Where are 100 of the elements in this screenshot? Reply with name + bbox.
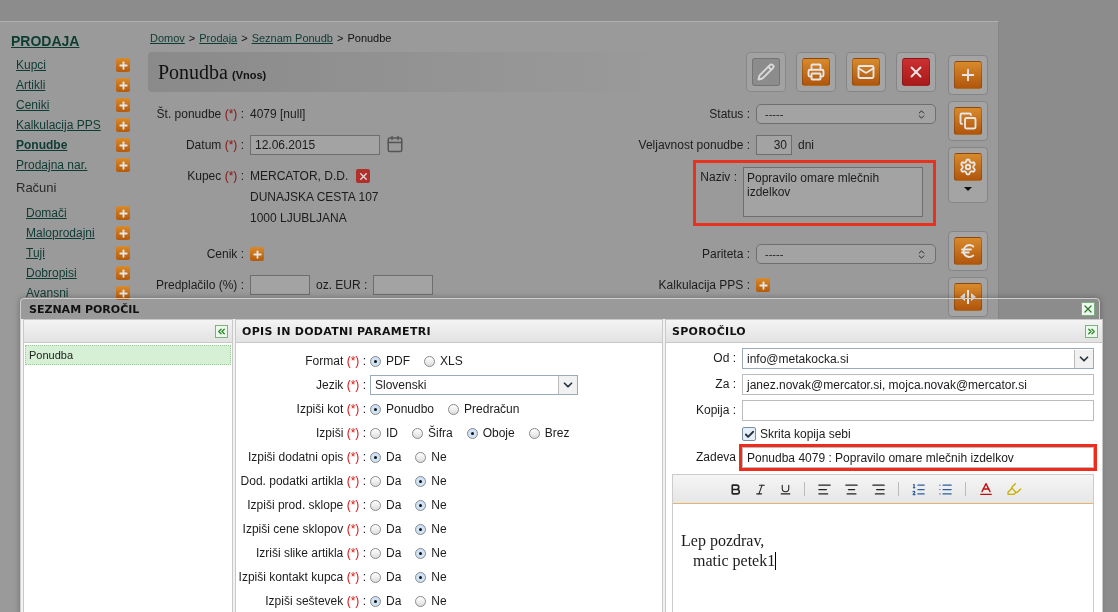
- radio-option[interactable]: Da: [370, 522, 402, 536]
- settings-button[interactable]: [948, 147, 988, 203]
- euro-icon: [959, 242, 977, 260]
- add-button[interactable]: [116, 98, 130, 112]
- copy-icon: [959, 112, 977, 130]
- split-button[interactable]: [948, 277, 988, 317]
- text-area[interactable]: Popravilo omare mlečnih izdelkov: [743, 167, 923, 217]
- number-field[interactable]: 30: [756, 135, 792, 155]
- print-button[interactable]: [796, 52, 836, 92]
- numbered-list-button[interactable]: [911, 481, 926, 497]
- report-list-item[interactable]: Ponudba: [25, 345, 231, 365]
- sidebar-link[interactable]: Maloprodajni: [26, 226, 95, 240]
- add-button[interactable]: [116, 246, 130, 260]
- sidebar-link[interactable]: Tuji: [26, 246, 45, 260]
- radio-option[interactable]: Ponudbo: [370, 402, 435, 416]
- add-button[interactable]: [116, 206, 130, 220]
- message-line: Lep pozdrav,: [681, 532, 765, 550]
- add-button[interactable]: [250, 247, 264, 261]
- sidebar-link[interactable]: Dobropisi: [26, 266, 77, 280]
- copy-button[interactable]: [948, 101, 988, 141]
- radio-option[interactable]: Ne: [415, 570, 447, 584]
- font-color-button[interactable]: [978, 481, 994, 497]
- sidebar-link[interactable]: Avansni: [26, 286, 69, 300]
- radio-option[interactable]: Da: [370, 594, 402, 608]
- close-button[interactable]: [1081, 302, 1095, 316]
- select-field[interactable]: info@metakocka.si: [742, 348, 1094, 369]
- align-left-button[interactable]: [817, 481, 832, 497]
- italic-button[interactable]: [754, 482, 767, 496]
- radio-option[interactable]: Predračun: [448, 402, 520, 416]
- radio-option[interactable]: Šifra: [412, 426, 453, 440]
- select-field[interactable]: Slovenski: [370, 375, 578, 395]
- field-label: Format (*) :: [304, 353, 367, 370]
- radio-option[interactable]: Ne: [415, 546, 447, 560]
- radio-option[interactable]: Ne: [415, 474, 447, 488]
- input-field[interactable]: Ponudba 4079 : Popravilo omare mlečnih izdelkov: [742, 447, 1094, 468]
- message-line: matic petek1: [681, 552, 777, 570]
- radio-option[interactable]: Oboje: [466, 426, 515, 440]
- add-button[interactable]: [116, 226, 130, 240]
- select-field[interactable]: -----: [756, 244, 936, 264]
- add-button[interactable]: [756, 278, 770, 292]
- underline-button[interactable]: [779, 482, 792, 496]
- radio-option[interactable]: XLS: [424, 354, 463, 368]
- email-button[interactable]: [846, 52, 886, 92]
- bold-button[interactable]: [729, 482, 742, 496]
- select-field[interactable]: -----: [756, 104, 936, 124]
- add-button[interactable]: [116, 78, 130, 92]
- radio-option[interactable]: Da: [370, 474, 402, 488]
- sidebar-link[interactable]: Ceniki: [16, 98, 50, 112]
- input-field[interactable]: janez.novak@mercator.si, mojca.novak@mercator.si: [742, 374, 1094, 395]
- euro-button[interactable]: [948, 231, 988, 271]
- align-center-button[interactable]: [844, 481, 859, 497]
- expand-button[interactable]: [1085, 324, 1098, 338]
- radio-option[interactable]: Da: [370, 498, 402, 512]
- bullet-list-button[interactable]: [938, 481, 953, 497]
- calendar-icon[interactable]: [386, 135, 404, 153]
- sidebar-link[interactable]: Ponudbe: [16, 138, 68, 152]
- breadcrumb-link[interactable]: Seznam Ponudb: [251, 32, 333, 46]
- breadcrumb-link[interactable]: Domov: [150, 32, 185, 46]
- sidebar-link[interactable]: Domači: [26, 206, 67, 220]
- message-editor[interactable]: Lep pozdrav, matic petek1: [672, 474, 1094, 612]
- radio-option[interactable]: Ne: [415, 450, 447, 464]
- remove-button[interactable]: [356, 169, 371, 183]
- field-label: Izpiši cene sklopov (*) :: [241, 521, 367, 538]
- radio-option[interactable]: ID: [370, 426, 398, 440]
- sidebar-link[interactable]: Kalkulacija PPS: [16, 118, 101, 132]
- add-button[interactable]: [116, 118, 130, 132]
- field-label: Naziv :: [700, 169, 737, 186]
- add-button[interactable]: [116, 266, 130, 280]
- add-button[interactable]: [116, 58, 130, 72]
- checkbox[interactable]: Skrita kopija sebi: [742, 426, 1094, 442]
- radio-option[interactable]: Ne: [415, 498, 447, 512]
- address-line: MERCATOR, D.D.: [250, 169, 349, 183]
- align-right-button[interactable]: [871, 481, 886, 497]
- date-field[interactable]: 12.06.2015: [250, 135, 380, 155]
- delete-button[interactable]: [896, 52, 936, 92]
- breadcrumb-link[interactable]: Prodaja: [199, 32, 238, 46]
- collapse-button[interactable]: [215, 324, 228, 338]
- printer-icon: [807, 63, 825, 81]
- input-field[interactable]: [742, 400, 1094, 421]
- sidebar-link[interactable]: Kupci: [16, 58, 47, 72]
- breadcrumb-current[interactable]: Ponudbe: [347, 32, 392, 46]
- add-button[interactable]: [948, 55, 988, 95]
- radio-option[interactable]: Da: [370, 546, 402, 560]
- input-field[interactable]: [373, 275, 434, 295]
- add-button[interactable]: [116, 138, 130, 152]
- radio-option[interactable]: Ne: [415, 522, 447, 536]
- radio-option[interactable]: PDF: [370, 354, 410, 368]
- field-label: Kalkulacija PPS :: [657, 277, 750, 294]
- add-button[interactable]: [116, 158, 130, 172]
- radio-option[interactable]: Brez: [528, 426, 570, 440]
- section-title-link[interactable]: PRODAJA: [11, 33, 130, 49]
- radio-option[interactable]: Ne: [415, 594, 447, 608]
- field-label: Cenik :: [205, 246, 244, 263]
- sidebar-link[interactable]: Artikli: [16, 78, 46, 92]
- input-field[interactable]: [250, 275, 310, 295]
- sidebar-link[interactable]: Prodajna nar.: [16, 158, 88, 172]
- address-line: 1000 LJUBLJANA: [250, 211, 347, 225]
- mail-icon: [857, 63, 875, 81]
- radio-option[interactable]: Da: [370, 570, 402, 584]
- radio-option[interactable]: Da: [370, 450, 402, 464]
